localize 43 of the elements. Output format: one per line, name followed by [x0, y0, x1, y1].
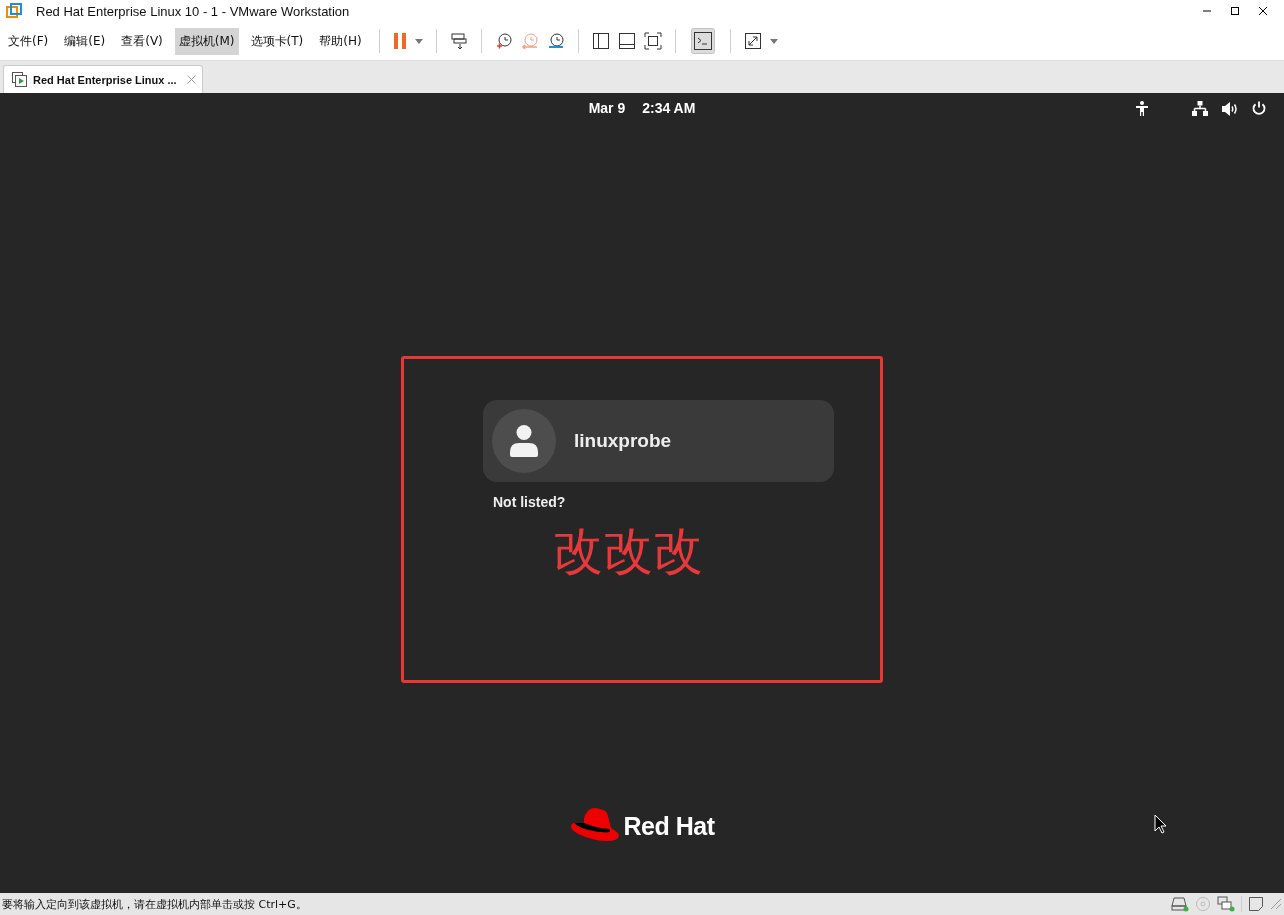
accessibility-icon[interactable]	[1136, 101, 1148, 116]
caret-icon[interactable]	[414, 38, 423, 44]
vm-screen[interactable]: Mar 9 2:34 AM linuxprobe Not listed? 改改改 Red Hat	[0, 93, 1284, 893]
close-icon[interactable]	[1258, 6, 1268, 16]
tab-label: Red Hat Enterprise Linux ...	[33, 73, 177, 86]
app-logo-icon	[6, 3, 22, 19]
message-icon[interactable]	[1248, 896, 1264, 912]
maximize-icon[interactable]	[1230, 6, 1240, 16]
menu-item[interactable]: 选项卡(T)	[246, 27, 308, 55]
snapshot-clock-icon[interactable]	[494, 32, 513, 50]
annotation-text: 改改改	[553, 524, 703, 579]
sidebar-view-icon[interactable]	[591, 32, 610, 50]
volume-icon[interactable]	[1222, 101, 1238, 116]
network-icon[interactable]	[1192, 101, 1208, 116]
menu-item[interactable]: 编辑(E)	[60, 27, 110, 55]
not-listed-link[interactable]: Not listed?	[493, 494, 566, 510]
date-label: Mar 9	[588, 100, 626, 116]
fullscreen-icon[interactable]	[743, 32, 762, 50]
logo-wordmark: Red Hat	[623, 811, 715, 841]
power-icon[interactable]	[1252, 101, 1266, 116]
menu-item[interactable]: 帮助(H)	[315, 27, 366, 55]
vm-play-icon	[12, 72, 27, 87]
snapshot-manager-icon[interactable]	[546, 32, 565, 50]
console-icon[interactable]	[690, 28, 715, 54]
send-keys-icon[interactable]	[449, 32, 468, 50]
mouse-cursor-icon	[1154, 814, 1167, 834]
hard-disk-icon[interactable]	[1171, 896, 1189, 912]
menu-item[interactable]: 文件(F)	[4, 27, 53, 55]
status-message: 要将输入定向到该虚拟机，请在虚拟机内部单击或按 Ctrl+G。	[2, 896, 307, 912]
user-card[interactable]: linuxprobe	[483, 400, 834, 482]
user-icon	[510, 425, 538, 457]
panel-view-icon[interactable]	[617, 32, 636, 50]
resize-grip-icon[interactable]	[1270, 898, 1282, 910]
user-name: linuxprobe	[574, 430, 672, 452]
vm-tab[interactable]: Red Hat Enterprise Linux ...	[3, 65, 203, 93]
window-title: Red Hat Enterprise Linux 10 - 1 - VMware Workstation	[36, 3, 350, 19]
pause-icon[interactable]	[392, 32, 407, 50]
fit-screen-icon[interactable]	[643, 32, 662, 50]
time-label: 2:34 AM	[642, 100, 696, 116]
menu-item[interactable]: 查看(V)	[117, 27, 167, 55]
menu-item[interactable]: 虚拟机(M)	[174, 27, 239, 55]
network-adapter-icon[interactable]	[1217, 896, 1235, 912]
caret-icon[interactable]	[769, 38, 778, 44]
